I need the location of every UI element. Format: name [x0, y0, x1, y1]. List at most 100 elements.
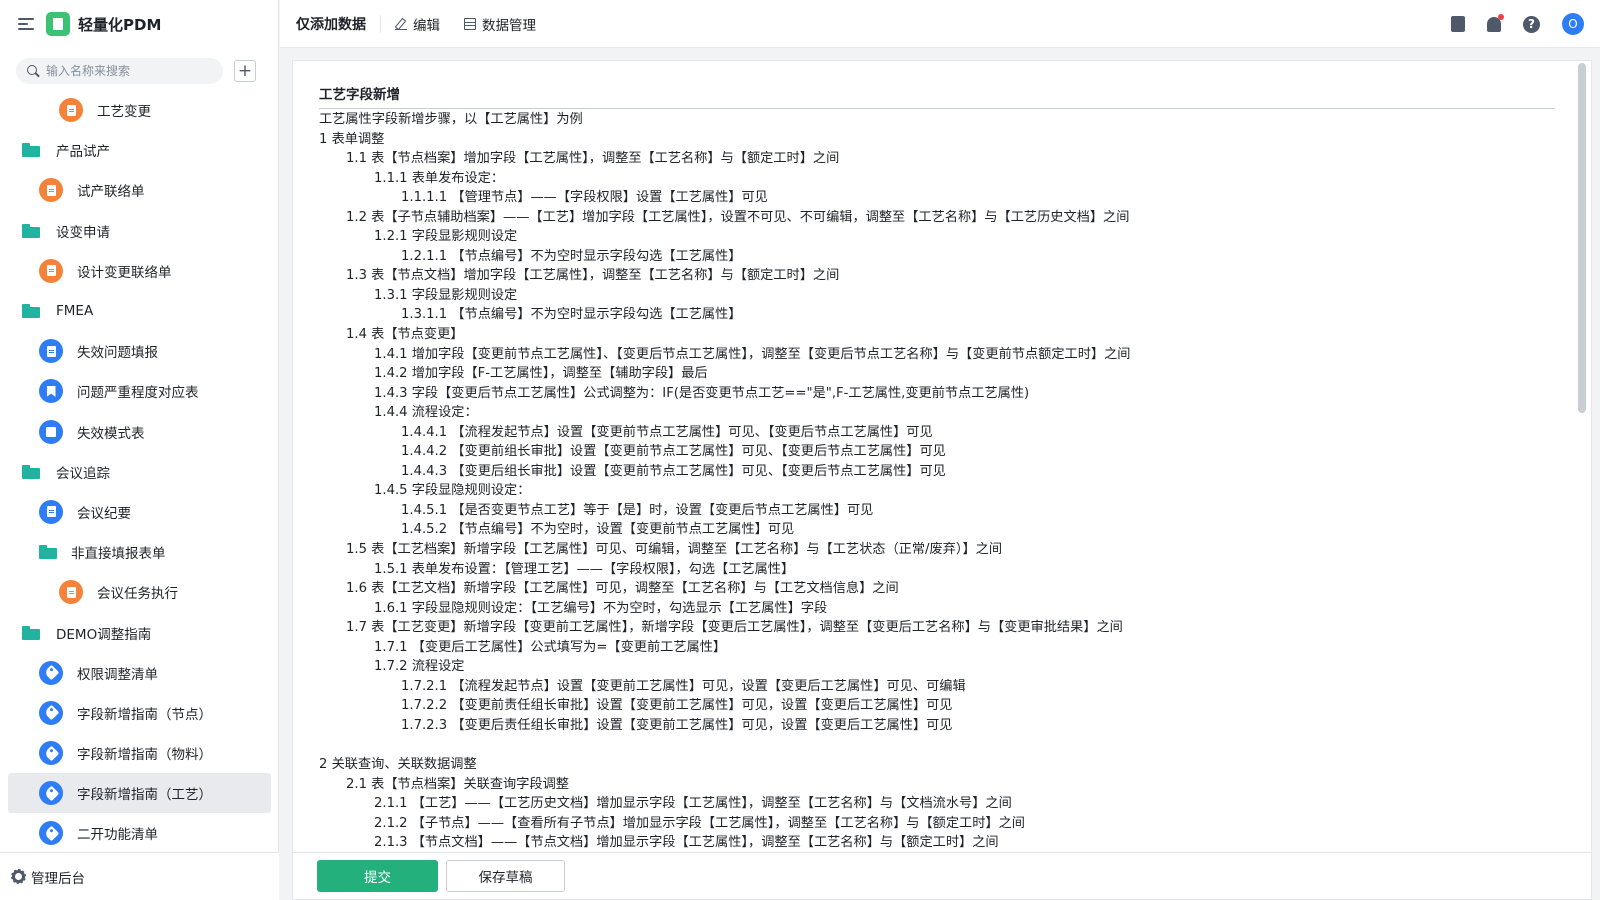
- sidebar-item[interactable]: 非直接填报表单: [0, 532, 279, 572]
- sidebar-item-label: 字段新增指南（节点）: [77, 706, 212, 723]
- admin-link[interactable]: 管理后台: [0, 852, 279, 900]
- sidebar-item-label: 非直接填报表单: [71, 546, 166, 563]
- document-line: 工艺属性字段新增步骤，以【工艺属性】为例: [319, 112, 583, 127]
- edit-icon: [395, 18, 407, 30]
- sidebar-item-label: 会议纪要: [77, 505, 131, 522]
- search-icon: [27, 64, 40, 78]
- document-line: 1.2 表【子节点辅助档案】——【工艺】增加字段【工艺属性】，设置不可见、不可编…: [346, 209, 1130, 225]
- sidebar-item[interactable]: 失效问题填报: [0, 331, 279, 371]
- sidebar-item-label: 权限调整清单: [77, 666, 158, 683]
- document-line: 1.2.1 字段显影规则设定: [374, 229, 518, 245]
- sidebar-item-label: 工艺变更: [97, 104, 151, 121]
- sidebar-item[interactable]: 会议追踪: [0, 452, 279, 492]
- folder-icon: [22, 143, 40, 158]
- sidebar-item[interactable]: 失效模式表: [0, 412, 279, 452]
- folder-icon: [22, 223, 40, 238]
- document-line: 1 表单调整: [319, 131, 385, 147]
- sidebar-item-label: 字段新增指南（物料）: [77, 747, 212, 764]
- document-line: 1.7.2.2 【变更前责任组长审批】设置【变更前工艺属性】可见，设置【变更后工…: [401, 698, 953, 714]
- sidebar-item-label: 试产联络单: [77, 184, 145, 201]
- sidebar-item[interactable]: 设计变更联络单: [0, 251, 279, 291]
- document-line: 1.7.2 流程设定: [374, 659, 465, 675]
- sidebar-item[interactable]: 工艺变更: [0, 90, 279, 130]
- document-line: 2.1.2 【子节点】——【查看所有子节点】增加显示字段【工艺属性】，调整至【工…: [374, 815, 1025, 831]
- folder-icon: [22, 625, 40, 640]
- document-line: 1.4.4.3 【变更后组长审批】设置【变更前节点工艺属性】可见、【变更后节点工…: [401, 463, 946, 479]
- bell-icon[interactable]: [1487, 13, 1504, 32]
- document-line: 1.4.4.2 【变更前组长审批】设置【变更前节点工艺属性】可见、【变更后节点工…: [401, 444, 946, 460]
- document-line: 1.7 表【工艺变更】新增字段【变更前工艺属性】，新增字段【变更后工艺属性】，调…: [346, 620, 1123, 636]
- help-icon[interactable]: ?: [1523, 15, 1540, 33]
- sidebar-item[interactable]: 设变申请: [0, 211, 279, 251]
- sidebar-item-label: 二开功能清单: [77, 827, 158, 844]
- orange-doc-icon: [39, 258, 63, 283]
- sidebar: 轻量化PDM + 工艺变更产品试产试产联络单设变申请设计变更联络单 FMEA 失效问…: [0, 0, 279, 900]
- sidebar-item[interactable]: 产品试产: [0, 130, 279, 170]
- document-line: 2.1.1 【工艺】——【工艺历史文档】增加显示字段【工艺属性】，调整至【工艺名…: [374, 796, 1012, 812]
- brand-header: 轻量化PDM: [0, 0, 279, 48]
- search-row: +: [16, 58, 256, 84]
- topbar: 仅添加数据 编辑 数据管理 ? O: [280, 0, 1600, 48]
- document-line: 1.1.1.1 【管理节点】——【字段权限】设置【工艺属性】可见: [401, 190, 768, 206]
- sidebar-item-label: 设计变更联络单: [77, 264, 172, 281]
- sidebar-item[interactable]: 二开功能清单: [0, 813, 279, 853]
- table-icon: [464, 17, 476, 30]
- document-line: 1.4.5.1 【是否变更节点工艺】等于【是】时，设置【变更后节点工艺属性】可见: [401, 502, 874, 518]
- sidebar-item[interactable]: 字段新增指南（工艺）: [8, 773, 271, 814]
- document-line: 1.2.1.1 【节点编号】不为空时显示字段勾选【工艺属性】: [401, 248, 742, 264]
- orange-doc-icon: [59, 98, 83, 123]
- document-line: 1.1.1 表单发布设定：: [374, 170, 505, 186]
- document-line: 1.4.5 字段显隐规则设定：: [374, 483, 531, 499]
- document-line: 1.4.1 增加字段【变更前节点工艺属性】、【变更后节点工艺属性】，调整至【变更…: [374, 346, 1131, 362]
- admin-label: 管理后台: [31, 870, 85, 887]
- blue-doc-icon: [39, 499, 63, 524]
- data-management-button[interactable]: 数据管理: [464, 14, 536, 34]
- submit-button[interactable]: 提交: [317, 860, 438, 892]
- scrollbar[interactable]: [1578, 63, 1586, 413]
- document-line: 1.5.1 表单发布设置：【管理工艺】——【字段权限】，勾选【工艺属性】: [374, 561, 795, 577]
- app-logo-icon: [46, 12, 70, 36]
- tag-icon: [39, 700, 63, 725]
- orange-doc-icon: [59, 580, 83, 605]
- sidebar-item[interactable]: DEMO调整指南: [0, 612, 279, 652]
- sidebar-item-label: 问题严重程度对应表: [77, 385, 199, 402]
- sidebar-item[interactable]: 问题严重程度对应表: [0, 371, 279, 411]
- sidebar-item-label: 字段新增指南（工艺）: [77, 787, 212, 804]
- bookmark-icon: [39, 379, 63, 404]
- sidebar-item[interactable]: 会议纪要: [0, 492, 279, 532]
- search-input[interactable]: [46, 64, 216, 78]
- document-line: 1.4.4.1 【流程发起节点】设置【变更前节点工艺属性】可见、【变更后节点工艺…: [401, 424, 933, 440]
- document-line: 1.4.5.2 【节点编号】不为空时，设置【变更前节点工艺属性】可见: [401, 522, 795, 538]
- sidebar-item[interactable]: 权限调整清单: [0, 653, 279, 693]
- document-line: 1.4.4 流程设定：: [374, 405, 478, 421]
- sidebar-nav: 工艺变更产品试产试产联络单设变申请设计变更联络单 FMEA 失效问题填报问题严重程度…: [0, 90, 279, 854]
- tag-icon: [39, 821, 63, 846]
- document-line: 1.6 表【工艺文档】新增字段【工艺属性】可见，调整至【工艺名称】与【工艺文档信…: [346, 581, 899, 597]
- add-button[interactable]: +: [234, 60, 256, 82]
- edit-button[interactable]: 编辑: [395, 14, 440, 34]
- gear-icon: [11, 869, 26, 884]
- orange-doc-icon: [39, 178, 63, 203]
- avatar[interactable]: O: [1562, 13, 1584, 35]
- tag-icon: [39, 741, 63, 766]
- sidebar-item[interactable]: 会议任务执行: [0, 572, 279, 612]
- folder-icon: [22, 304, 40, 319]
- sidebar-item-label: 设变申请: [56, 224, 110, 241]
- document-line: 2.1 表【节点档案】关联查询字段调整: [346, 776, 569, 792]
- sidebar-item[interactable]: 字段新增指南（物料）: [0, 733, 279, 773]
- document-line: 1.5 表【工艺档案】新增字段【工艺属性】可见、可编辑，调整至【工艺名称】与【工…: [346, 542, 1003, 558]
- page-title: 仅添加数据: [296, 16, 366, 33]
- sidebar-item[interactable]: FMEA: [0, 291, 279, 331]
- document-line: 1.7.2.3 【变更后责任组长审批】设置【变更前工艺属性】可见，设置【变更后工…: [401, 717, 953, 733]
- document-body: 工艺属性字段新增步骤，以【工艺属性】为例 1 表单调整 1.1 表【节点档案】增加字…: [319, 110, 1559, 852]
- search-box[interactable]: [16, 58, 223, 84]
- topbar-right: ? O: [1451, 0, 1584, 48]
- save-draft-button[interactable]: 保存草稿: [446, 860, 565, 892]
- book-icon[interactable]: [1451, 16, 1465, 32]
- menu-icon[interactable]: [18, 18, 34, 30]
- sidebar-item[interactable]: 试产联络单: [0, 170, 279, 210]
- divider: [380, 14, 381, 33]
- sidebar-item[interactable]: 字段新增指南（节点）: [0, 693, 279, 733]
- sidebar-item-label: 会议追踪: [56, 465, 110, 482]
